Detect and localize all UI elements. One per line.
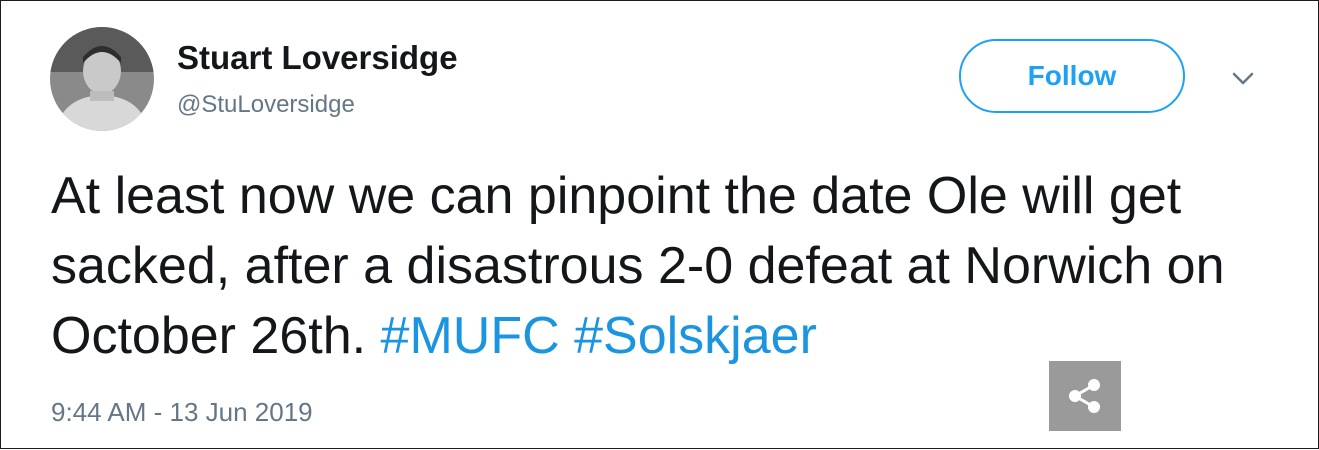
share-button[interactable]: [1049, 361, 1121, 431]
tweet-body: At least now we can pinpoint the date Ol…: [51, 161, 1301, 371]
author-handle[interactable]: @StuLoversidge: [177, 91, 355, 119]
tweet-card: Stuart Loversidge @StuLoversidge Follow …: [0, 0, 1319, 449]
avatar[interactable]: [50, 27, 154, 131]
chevron-down-icon[interactable]: [1229, 65, 1257, 93]
tweet-timestamp[interactable]: 9:44 AM - 13 Jun 2019: [51, 397, 313, 428]
avatar-photo: [50, 27, 154, 131]
share-icon: [1069, 379, 1100, 413]
author-name[interactable]: Stuart Loversidge: [177, 39, 458, 77]
hashtag-link[interactable]: #Solskjaer: [574, 307, 817, 365]
follow-button[interactable]: Follow: [959, 39, 1185, 113]
hashtag-link[interactable]: #MUFC: [381, 307, 560, 365]
